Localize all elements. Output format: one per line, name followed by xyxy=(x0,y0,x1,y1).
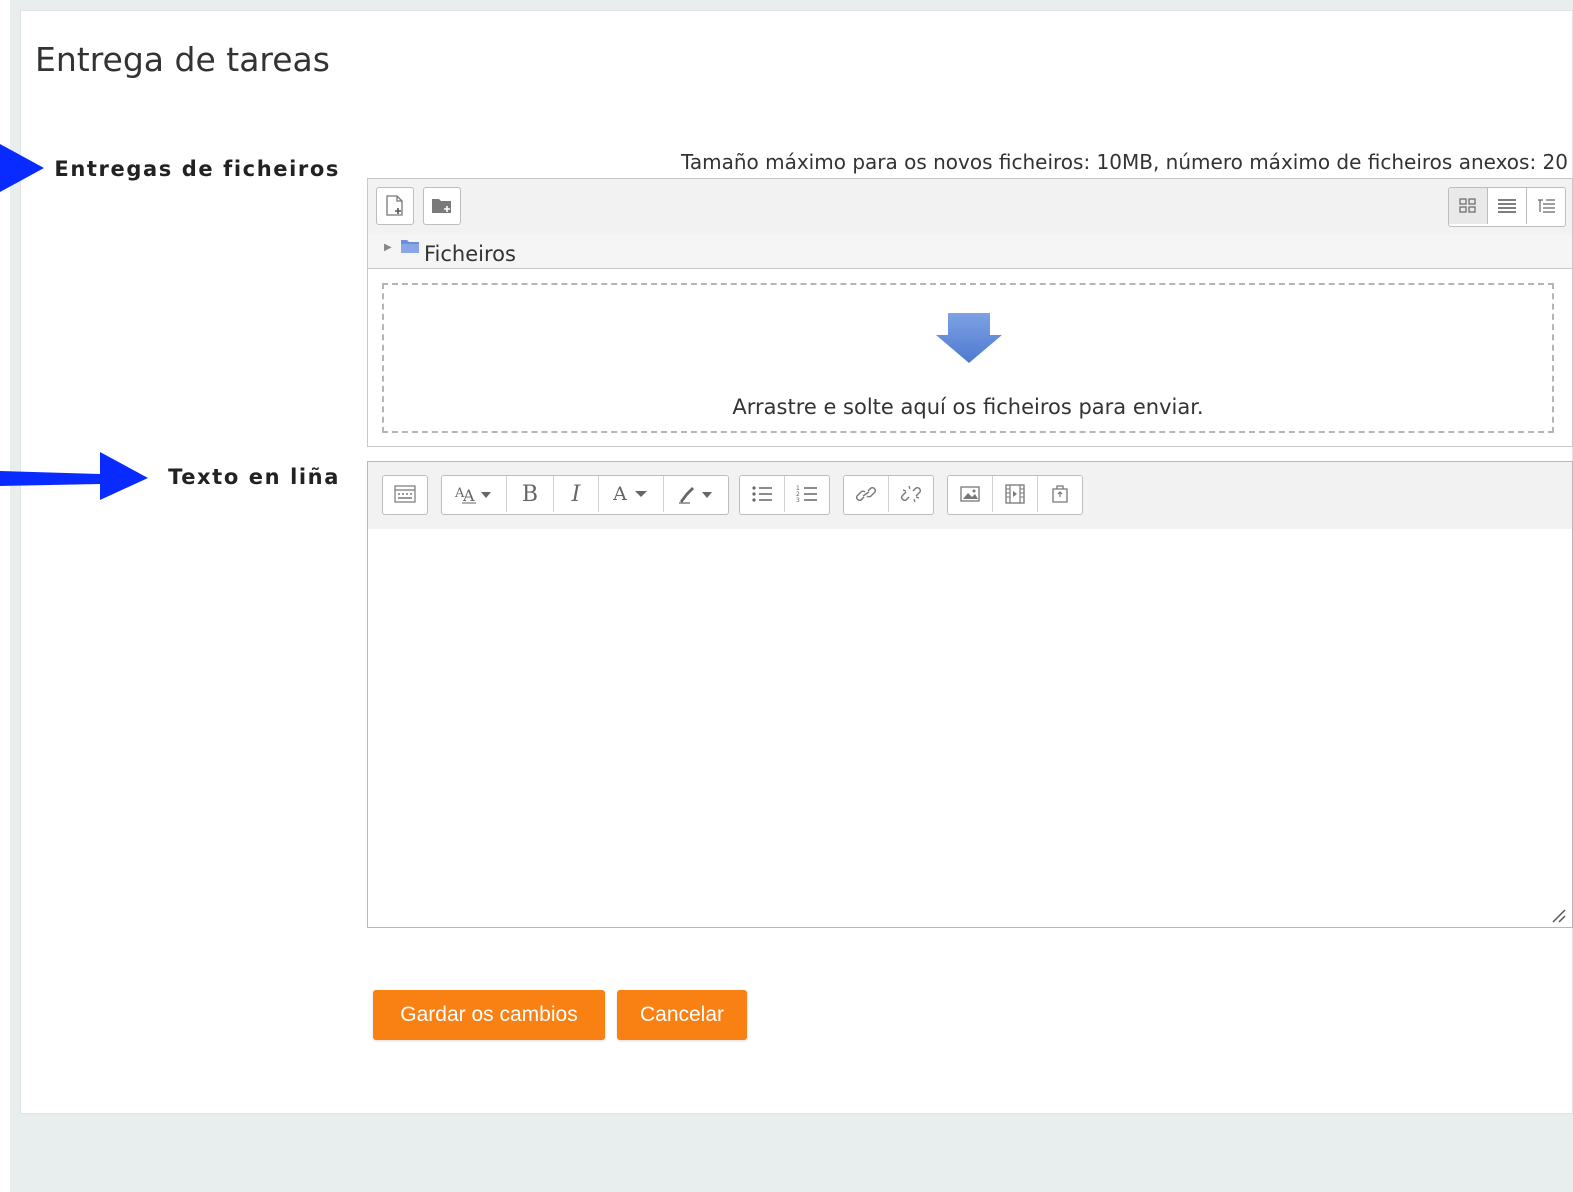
resize-handle-icon[interactable] xyxy=(1550,907,1566,923)
cancel-button[interactable]: Cancelar xyxy=(617,990,747,1040)
list-view-button[interactable] xyxy=(1487,188,1526,224)
file-path-bar: ▶ Ficheiros xyxy=(368,234,1572,269)
toggle-toolbar-icon xyxy=(394,485,416,503)
italic-icon: I xyxy=(571,481,581,507)
highlight-icon xyxy=(679,487,712,504)
unordered-list-button[interactable] xyxy=(740,476,784,512)
unlink-icon xyxy=(901,485,921,503)
highlight-button[interactable] xyxy=(663,476,728,512)
file-dropzone[interactable]: Arrastre e solte aquí os ficheiros para … xyxy=(382,283,1554,433)
bold-button[interactable]: B xyxy=(506,476,553,512)
unlink-button[interactable] xyxy=(888,476,933,512)
file-manager-toolbar xyxy=(368,179,1572,235)
file-add-icon xyxy=(386,195,403,216)
icons-view-button[interactable] xyxy=(1449,188,1487,224)
media-button[interactable] xyxy=(992,476,1037,512)
list-icon xyxy=(1498,199,1516,213)
font-color-icon: A xyxy=(613,483,627,505)
toolbar-group-links xyxy=(843,475,934,515)
image-icon xyxy=(960,486,980,502)
font-size-icon: A A xyxy=(454,486,491,505)
manage-files-icon xyxy=(1052,485,1068,503)
tree-view-button[interactable] xyxy=(1526,188,1565,224)
expand-caret-icon[interactable]: ▶ xyxy=(384,242,392,253)
toolbar-group-lists: 1 2 3 xyxy=(739,475,830,515)
media-icon xyxy=(1005,484,1025,504)
svg-text:A: A xyxy=(462,486,475,505)
online-text-label: Texto en liña xyxy=(168,465,340,489)
grid-icon xyxy=(1459,198,1476,213)
folder-icon xyxy=(401,240,419,253)
italic-button[interactable]: I xyxy=(553,476,598,512)
folder-path-label[interactable]: Ficheiros xyxy=(424,242,516,266)
file-manager: ▶ Ficheiros Arrastre e solte aquí os fic… xyxy=(367,178,1573,447)
download-arrow-icon xyxy=(936,313,1002,363)
svg-text:3: 3 xyxy=(796,497,800,504)
file-submissions-label: Entregas de ficheiros xyxy=(54,157,340,181)
image-button[interactable] xyxy=(948,476,992,512)
font-color-button[interactable]: A xyxy=(598,476,663,512)
create-folder-button[interactable] xyxy=(423,187,461,225)
link-button[interactable] xyxy=(844,476,888,512)
save-changes-button[interactable]: Gardar os cambios xyxy=(373,990,605,1040)
tree-icon xyxy=(1538,199,1555,213)
toolbar-group-format: A A B I A xyxy=(441,475,729,515)
ordered-list-icon: 1 2 3 xyxy=(796,485,817,504)
folder-add-icon xyxy=(432,199,451,213)
ordered-list-button[interactable]: 1 2 3 xyxy=(784,476,829,512)
chevron-down-icon xyxy=(634,491,647,497)
view-mode-group xyxy=(1448,187,1566,227)
bold-icon: B xyxy=(521,481,539,507)
dropzone-text: Arrastre e solte aquí os ficheiros para … xyxy=(732,395,1204,419)
font-size-button[interactable]: A A xyxy=(442,476,506,512)
editor-toolbar: A A B I A 1 2 3 xyxy=(368,462,1572,530)
editor-content-area[interactable] xyxy=(368,529,1572,927)
file-limits-note: Tamaño máximo para os novos ficheiros: 1… xyxy=(680,150,1568,174)
annotation-arrow-2 xyxy=(0,452,148,500)
link-icon xyxy=(856,487,876,501)
toggle-toolbar-button[interactable] xyxy=(383,476,427,512)
annotation-arrow-1 xyxy=(0,144,44,192)
toolbar-group-toggle xyxy=(382,475,428,515)
text-editor: A A B I A 1 2 3 xyxy=(367,461,1573,928)
add-file-button[interactable] xyxy=(376,187,414,225)
unordered-list-icon xyxy=(752,486,772,502)
toolbar-group-media xyxy=(947,475,1083,515)
page-title: Entrega de tareas xyxy=(35,40,330,79)
manage-files-button[interactable] xyxy=(1037,476,1082,512)
